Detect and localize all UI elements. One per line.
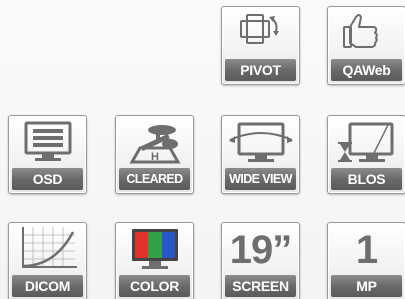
cleared-label: CLEARED <box>119 168 190 190</box>
blos-label: BLOS <box>331 168 402 190</box>
curve-graph-icon <box>22 227 77 268</box>
dicom-tile[interactable]: DICOM <box>8 222 87 299</box>
mp-label: MP <box>331 275 402 297</box>
pivot-tile[interactable]: PIVOT <box>221 6 300 85</box>
svg-text:H: H <box>151 151 159 163</box>
qaweb-label: QAWeb <box>331 59 402 81</box>
screen-label: SCREEN <box>225 275 296 297</box>
cleared-tile[interactable]: H CLEARED <box>115 115 194 194</box>
thumbs-up-icon <box>343 14 378 48</box>
megapixel-tile[interactable]: 1 MP <box>327 222 405 299</box>
pivot-label: PIVOT <box>225 59 296 81</box>
monitor-menu-icon <box>24 121 72 161</box>
osd-tile[interactable]: OSD <box>8 115 87 194</box>
wide-view-label: WIDE VIEW <box>225 168 296 190</box>
screen-size-value: 19” <box>229 228 293 272</box>
dicom-label: DICOM <box>12 275 83 297</box>
color-tile[interactable]: COLOR <box>115 222 194 299</box>
wide-angle-monitor-icon <box>229 122 293 162</box>
qaweb-tile[interactable]: QAWeb <box>327 6 405 85</box>
megapixel-value: 1 <box>355 228 378 272</box>
wide-view-tile[interactable]: WIDE VIEW <box>221 115 300 194</box>
hourglass-monitor-icon <box>338 122 394 162</box>
screen-size-tile[interactable]: 19” SCREEN <box>221 222 300 299</box>
color-label: COLOR <box>119 275 190 297</box>
helipad-icon: H <box>129 125 181 164</box>
rgb-monitor-icon <box>132 229 178 269</box>
osd-label: OSD <box>12 168 83 190</box>
feature-icon-grid: PIVOT QAWeb OSD H CLEARED WIDE VIEW BLOS… <box>0 0 405 299</box>
blos-tile[interactable]: BLOS <box>327 115 405 194</box>
pivot-rotate-icon <box>240 14 279 44</box>
